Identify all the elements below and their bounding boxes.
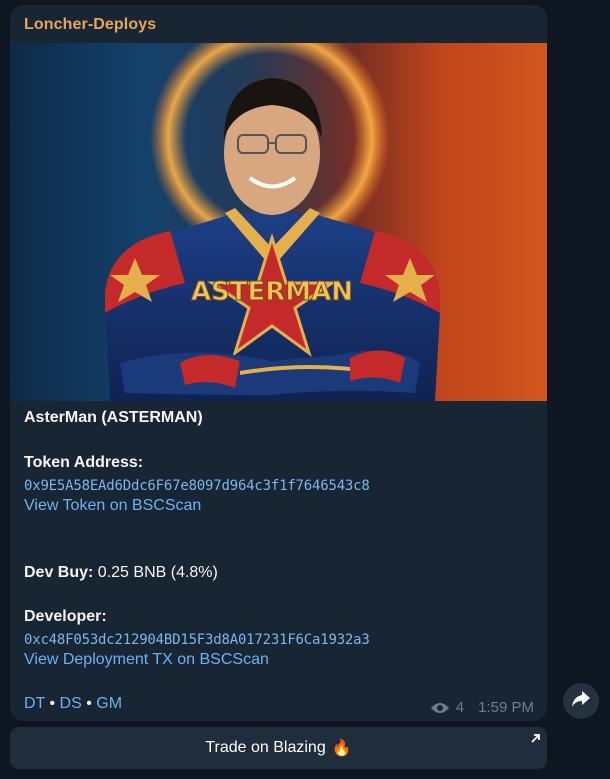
sender-name[interactable]: Loncher-Deploys — [24, 16, 156, 34]
forward-arrow-icon — [571, 690, 591, 713]
link-separator: • — [81, 695, 97, 712]
ds-link[interactable]: DS — [60, 695, 82, 712]
chat-area: Loncher-Deploys ASTERMAN AsterMan (ASTER… — [0, 0, 610, 779]
token-title: AsterMan (ASTERMAN) — [24, 409, 203, 426]
dt-link[interactable]: DT — [24, 695, 45, 712]
view-token-link[interactable]: View Token on BSCScan — [24, 496, 201, 516]
message-meta: 4 1:59 PM — [430, 699, 534, 716]
message-time: 1:59 PM — [478, 699, 534, 716]
forward-button[interactable] — [563, 683, 599, 719]
eye-icon — [430, 701, 450, 715]
message-image[interactable]: ASTERMAN — [10, 43, 547, 401]
dev-buy-value: 0.25 BNB (4.8%) — [93, 564, 218, 581]
view-deployment-link[interactable]: View Deployment TX on BSCScan — [24, 650, 269, 670]
message-bubble: Loncher-Deploys ASTERMAN AsterMan (ASTER… — [10, 5, 547, 721]
token-address[interactable]: 0x9E5A58EAd6Ddc6F67e8097d964c3f1f7646543… — [24, 476, 370, 496]
svg-text:ASTERMAN: ASTERMAN — [191, 277, 353, 307]
developer-label: Developer: — [24, 608, 107, 625]
fire-emoji: 🔥 — [331, 740, 352, 757]
quick-links: DT • DS • GM — [24, 694, 122, 714]
view-count: 4 — [455, 699, 465, 716]
external-link-arrow-icon — [530, 731, 541, 743]
gm-link[interactable]: GM — [96, 695, 122, 712]
dev-buy-label: Dev Buy: — [24, 564, 94, 581]
trade-button-label: Trade on Blazing — [205, 739, 326, 756]
trade-on-blazing-button[interactable]: Trade on Blazing 🔥 — [10, 727, 547, 769]
developer-address[interactable]: 0xc48F053dc212904BD15F3d8A017231F6Ca1932… — [24, 630, 370, 650]
dev-buy-line: Dev Buy: 0.25 BNB (4.8%) — [24, 563, 218, 583]
link-separator: • — [45, 695, 60, 712]
token-address-label: Token Address: — [24, 454, 144, 471]
